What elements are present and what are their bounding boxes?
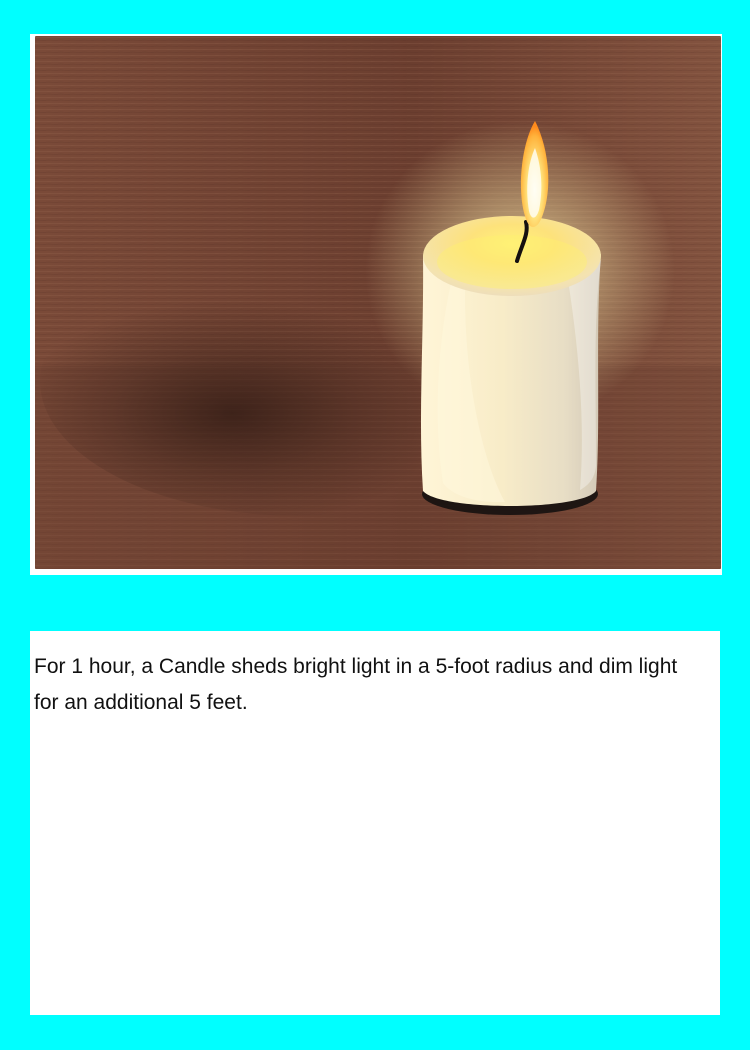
- description-panel: For 1 hour, a Candle sheds bright light …: [30, 631, 720, 1015]
- candle-illustration: [35, 36, 721, 569]
- candle-image: [35, 36, 721, 569]
- candle-description: For 1 hour, a Candle sheds bright light …: [34, 655, 678, 714]
